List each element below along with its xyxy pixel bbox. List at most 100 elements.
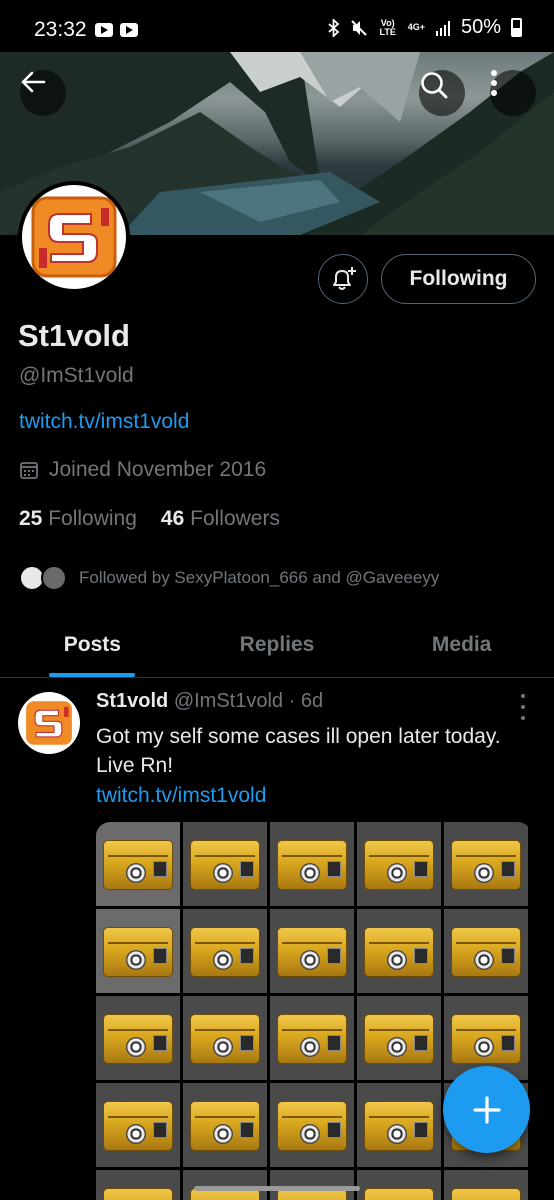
case-tile	[444, 1170, 528, 1200]
followed-by-row[interactable]: Followed by SexyPlatoon_666 and @Gaveeey…	[19, 561, 439, 595]
case-emblem-icon	[387, 950, 407, 970]
network-4g-indicator: 4G+	[407, 22, 425, 32]
weapon-case-icon	[103, 1101, 173, 1151]
weapon-case-icon	[103, 927, 173, 977]
case-tile	[357, 909, 441, 993]
case-emblem-icon	[126, 950, 146, 970]
mute-icon	[350, 19, 367, 36]
following-count: 25	[19, 507, 43, 530]
following-stat[interactable]: 25 Following	[19, 507, 137, 531]
case-tile	[96, 909, 180, 993]
weapon-case-icon	[364, 927, 434, 977]
case-tile	[357, 1083, 441, 1167]
weapon-case-icon	[190, 840, 260, 890]
notification-button[interactable]	[318, 254, 368, 304]
case-emblem-icon	[300, 950, 320, 970]
weapon-case-icon	[103, 1014, 173, 1064]
signal-icon	[435, 20, 450, 36]
profile-tabs: Posts Replies Media	[0, 612, 554, 678]
case-emblem-icon	[126, 1037, 146, 1057]
compose-button[interactable]	[443, 1066, 530, 1153]
post-author-avatar[interactable]	[18, 692, 80, 754]
weapon-case-icon	[451, 927, 521, 977]
weapon-case-icon	[190, 1014, 260, 1064]
case-emblem-icon	[213, 1037, 233, 1057]
case-emblem-icon	[213, 950, 233, 970]
post-more-button[interactable]	[512, 694, 534, 720]
case-tile	[183, 822, 267, 906]
tab-replies[interactable]: Replies	[185, 612, 370, 677]
case-emblem-icon	[474, 863, 494, 883]
search-button[interactable]	[419, 70, 465, 116]
battery-percent: 50%	[460, 16, 501, 38]
followers-count: 46	[160, 507, 185, 530]
profile-avatar[interactable]	[18, 181, 130, 293]
joined-date: Joined November 2016	[19, 458, 266, 482]
case-tile	[96, 1083, 180, 1167]
followers-label: Followers	[190, 507, 280, 530]
more-vertical-icon	[491, 70, 497, 96]
case-tile	[270, 996, 354, 1080]
battery-icon	[511, 18, 522, 37]
following-button[interactable]: Following	[381, 254, 536, 304]
weapon-case-icon	[451, 1014, 521, 1064]
weapon-case-icon	[364, 1014, 434, 1064]
case-tile	[270, 822, 354, 906]
weapon-case-icon	[451, 840, 521, 890]
notification-bell-plus-icon	[333, 267, 356, 290]
case-tile	[357, 822, 441, 906]
dot	[521, 694, 525, 698]
follower-avatar	[41, 565, 67, 591]
followers-stat[interactable]: 46 Followers	[161, 507, 280, 531]
following-label: Following	[48, 507, 137, 530]
case-emblem-icon	[387, 863, 407, 883]
youtube-notification-icon	[95, 23, 113, 37]
post-link[interactable]: twitch.tv/imst1vold	[96, 784, 266, 808]
weapon-case-icon	[277, 840, 347, 890]
weapon-case-icon	[451, 1188, 521, 1200]
case-tile	[96, 1170, 180, 1200]
bluetooth-icon	[328, 18, 340, 37]
case-tile	[444, 909, 528, 993]
case-emblem-icon	[126, 863, 146, 883]
youtube-notification-icon	[120, 23, 138, 37]
plus-icon	[472, 1095, 501, 1124]
follow-stats: 25 Following 46 Followers	[19, 507, 280, 531]
case-tile	[270, 909, 354, 993]
case-tile	[444, 822, 528, 906]
more-options-button[interactable]	[490, 70, 536, 116]
tab-posts[interactable]: Posts	[0, 612, 185, 677]
post-time: · 6d	[288, 690, 324, 712]
volte-indicator: Vo) LTE	[379, 17, 396, 37]
case-emblem-icon	[300, 863, 320, 883]
tab-media[interactable]: Media	[369, 612, 554, 677]
dot	[521, 705, 525, 709]
profile-name: St1vold	[18, 318, 130, 353]
case-tile	[183, 909, 267, 993]
status-indicators: Vo) LTE 4G+ 50%	[328, 16, 522, 39]
case-tile	[270, 1083, 354, 1167]
weapon-case-icon	[190, 927, 260, 977]
case-tile	[357, 1170, 441, 1200]
follower-avatars	[19, 561, 69, 595]
case-tile	[183, 1083, 267, 1167]
case-tile	[183, 996, 267, 1080]
post-author-handle[interactable]: @ImSt1vold	[174, 690, 283, 712]
status-bar: 23:32 Vo) LTE 4G+ 50%	[0, 0, 554, 52]
post-text: Got my self some cases ill open later to…	[96, 725, 501, 777]
status-time: 23:32	[34, 18, 87, 41]
joined-text: Joined November 2016	[49, 458, 267, 481]
profile-website-link[interactable]: twitch.tv/imst1vold	[19, 410, 189, 434]
streamer-s-logo-icon	[26, 701, 72, 745]
weapon-case-icon	[103, 840, 173, 890]
post-author-name[interactable]: St1vold	[96, 690, 168, 712]
weapon-case-icon	[364, 1188, 434, 1200]
back-arrow-icon	[21, 71, 46, 93]
followed-by-text: Followed by SexyPlatoon_666 and @Gaveeey…	[79, 568, 440, 587]
back-button[interactable]	[20, 70, 66, 116]
search-icon	[421, 72, 448, 99]
case-emblem-icon	[387, 1037, 407, 1057]
gesture-navigation-bar[interactable]	[194, 1186, 360, 1191]
weapon-case-icon	[364, 840, 434, 890]
case-tile	[96, 996, 180, 1080]
